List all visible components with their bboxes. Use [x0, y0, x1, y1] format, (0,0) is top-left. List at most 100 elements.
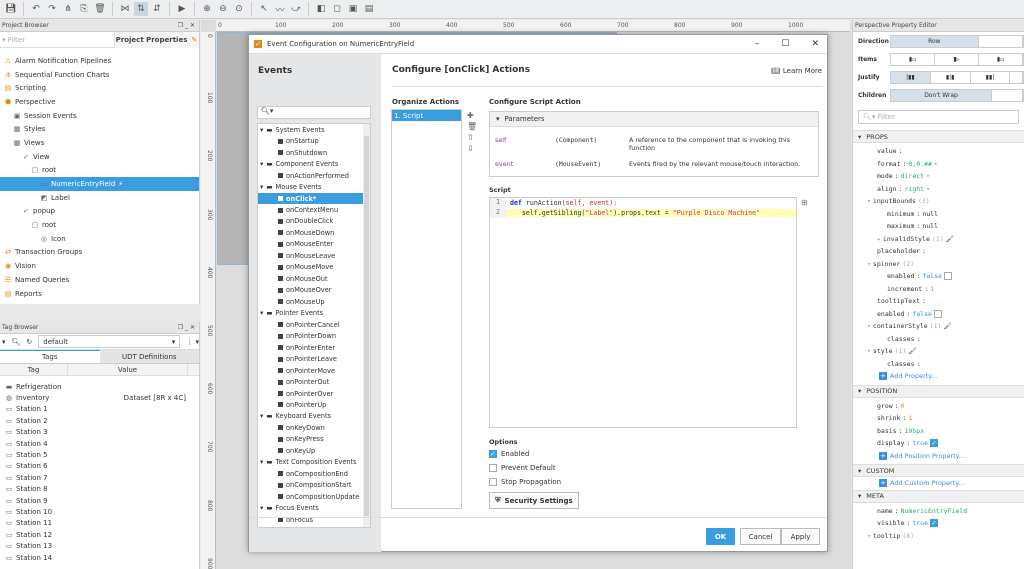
close-button[interactable]: ✕ [811, 39, 819, 49]
property-row[interactable]: format:0,0.## ▾ [853, 158, 1024, 171]
checkbox[interactable] [943, 272, 952, 281]
tree-item[interactable]: ✓ View [0, 150, 199, 164]
snap-icon[interactable]: ⋈ [118, 2, 132, 16]
event-item[interactable]: onStartup [258, 135, 370, 146]
event-group[interactable]: ▾ ▬ System Events [258, 124, 370, 135]
zoom-fit-icon[interactable]: ⊙ [232, 2, 246, 16]
refresh-icon[interactable]: ↻ [26, 338, 32, 346]
event-group[interactable]: ▾ ▬ Keyboard Events [258, 411, 370, 422]
group-icon[interactable]: ◧ [314, 2, 328, 16]
event-item[interactable]: onCompositionUpdate [258, 491, 370, 502]
property-row[interactable]: ▾ containerStyle (1) 🖌︎ [853, 320, 1024, 333]
tab-tags[interactable]: Tags [0, 350, 100, 363]
event-item[interactable]: onPointerDown [258, 330, 370, 341]
option-stop-propagation[interactable]: Stop Propagation [489, 478, 561, 486]
tag-row[interactable]: ▬ Refrigeration [0, 381, 199, 392]
project-properties-button[interactable]: Project Properties ✎ [114, 31, 199, 48]
event-item[interactable]: onMouseEnter [258, 239, 370, 250]
property-row[interactable]: ▾ tooltip (8) [853, 530, 1024, 543]
style-icon[interactable]: 🖌︎ [946, 235, 954, 243]
front-icon[interactable]: ▣ [346, 2, 360, 16]
checkbox[interactable]: ✓ [489, 450, 497, 458]
property-filter-input[interactable]: 🔍︎▾ Filter [858, 110, 1019, 124]
redo-icon[interactable]: ↷ [45, 2, 59, 16]
property-value[interactable]: 1 [930, 285, 934, 293]
tag-row[interactable]: ▭ Station 11 [0, 518, 199, 529]
property-value[interactable]: 0,0.## [908, 160, 931, 168]
ungroup-icon[interactable]: ◻ [330, 2, 344, 16]
style-icon[interactable]: 🖌︎ [908, 347, 916, 355]
wrap-wrap[interactable] [992, 89, 1023, 101]
checkbox[interactable] [489, 464, 497, 472]
property-row[interactable]: display: true ✓ [853, 437, 1024, 450]
tree-item[interactable]: ▤ Reports [0, 287, 199, 301]
property-value[interactable]: null [922, 210, 938, 218]
tree-item[interactable]: ▣ Session Events [0, 109, 199, 123]
tree-item[interactable]: ◉ Vision [0, 259, 199, 273]
property-row[interactable]: enabled: false [853, 270, 1024, 283]
property-row[interactable]: ▾ inputBounds (3) [853, 195, 1024, 208]
meta-section-header[interactable]: ▾ META [853, 489, 1024, 503]
column-header-tag[interactable]: Tag [0, 364, 68, 375]
tag-row[interactable]: ▭ Station 14 [0, 552, 199, 563]
expand-toggle[interactable]: ▾ [867, 322, 871, 330]
property-row[interactable]: shrink:1 [853, 412, 1024, 425]
delete-icon[interactable]: 🗑︎ [467, 122, 477, 131]
cancel-button[interactable]: Cancel [740, 528, 781, 545]
event-item[interactable]: onPointerEnter [258, 342, 370, 353]
event-item[interactable]: onPointerLeave [258, 353, 370, 364]
undo-icon[interactable]: ↶ [29, 2, 43, 16]
window-controls[interactable]: ❐ _ ✕ [178, 22, 195, 29]
tag-row[interactable]: ▭ Station 2 [0, 415, 199, 426]
event-item[interactable]: onMouseMove [258, 262, 370, 273]
property-row[interactable]: enabled: false [853, 308, 1024, 321]
minimize-button[interactable]: – [755, 39, 760, 49]
add-position-property-link[interactable]: + Add Position Property... [879, 451, 965, 460]
wrap-nowrap[interactable]: Don't Wrap [891, 89, 992, 101]
back-icon[interactable]: ▤ [362, 2, 376, 16]
property-row[interactable]: value: [853, 145, 1024, 158]
property-value[interactable]: true [912, 519, 928, 527]
tag-row[interactable]: ▭ Station 8 [0, 484, 199, 495]
parameters-toggle[interactable]: ▾ Parameters [490, 112, 818, 127]
ok-button[interactable]: OK [706, 528, 735, 545]
tag-row[interactable]: ▭ Station 9 [0, 495, 199, 506]
items-end[interactable]: ▮▫ [979, 53, 1023, 65]
property-value[interactable]: direct [901, 172, 924, 180]
play-icon[interactable]: ▶ [175, 2, 189, 16]
tag-row[interactable]: ▭ Station 10 [0, 506, 199, 517]
property-value[interactable]: NumericEntryField [901, 507, 968, 515]
property-row[interactable]: mode: direct ▾ [853, 170, 1024, 183]
style-icon[interactable]: 🖌︎ [943, 322, 951, 330]
provider-select[interactable]: default ▾ [38, 335, 181, 348]
property-row[interactable]: grow:0 [853, 400, 1024, 413]
event-item[interactable]: onMouseUp [258, 296, 370, 307]
filter-input[interactable]: ▾ Filter [0, 36, 114, 44]
event-item[interactable]: onPointerUp [258, 399, 370, 410]
event-item[interactable]: onMouseDown [258, 227, 370, 238]
property-row[interactable]: align: right ▾ [853, 183, 1024, 196]
justify-start[interactable]: |▮▮ [891, 71, 931, 83]
tab-udt-definitions[interactable]: UDT Definitions [99, 350, 199, 363]
event-item[interactable]: onActionPerformed [258, 170, 370, 181]
bezier-icon[interactable]: 〰 [273, 2, 287, 16]
event-item[interactable]: onDoubleClick [258, 216, 370, 227]
event-group[interactable]: ▾ ▬ Text Composition Events [258, 457, 370, 468]
property-row[interactable]: increment:1 [853, 283, 1024, 296]
property-row[interactable]: basis:195px [853, 425, 1024, 438]
maximize-button[interactable]: ☐ [781, 39, 789, 49]
expand-toggle[interactable]: ▸ [877, 235, 881, 243]
tag-row[interactable]: ▭ Station 1 [0, 404, 199, 415]
event-item[interactable]: onPointerCancel [258, 319, 370, 330]
event-group[interactable]: ▾ ▬ Component Events [258, 158, 370, 169]
add-property-link[interactable]: + Add Property... [879, 372, 937, 381]
property-value[interactable]: right [905, 185, 925, 193]
property-row[interactable]: maximum: null [853, 220, 1024, 233]
event-item[interactable]: onKeyDown [258, 422, 370, 433]
event-item[interactable]: onCompositionStart [258, 480, 370, 491]
window-controls[interactable]: ❐ _ ✕ [178, 324, 195, 331]
checkbox[interactable]: ✓ [929, 519, 938, 528]
dropdown-icon[interactable]: ▾ [926, 172, 930, 180]
tag-row[interactable]: ▭ Station 5 [0, 449, 199, 460]
items-start[interactable]: ▮▫ [891, 53, 935, 65]
